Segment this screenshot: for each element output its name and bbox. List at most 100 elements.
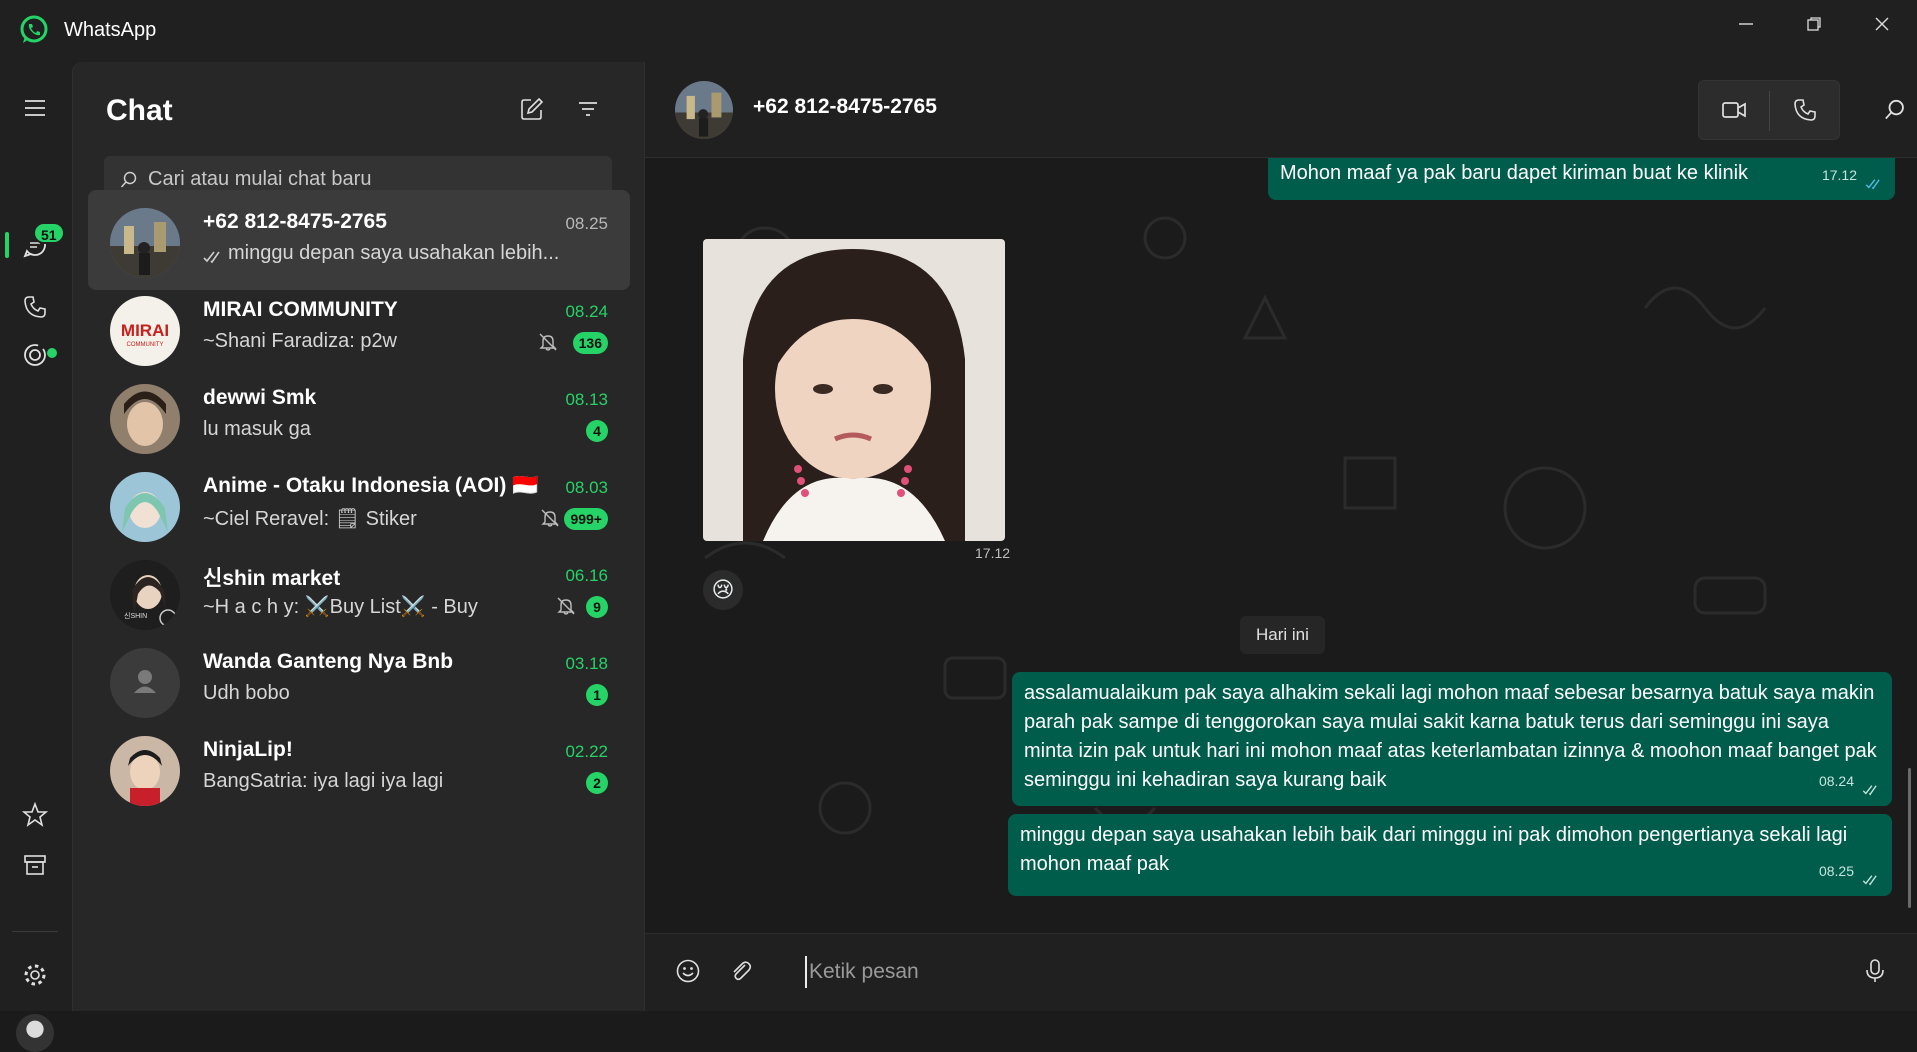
- call-button-group: [1698, 80, 1840, 140]
- chat-time: 08.13: [565, 390, 608, 409]
- search-icon: [120, 171, 137, 188]
- image-time: 17.12: [975, 545, 1011, 561]
- default-user-icon: [134, 670, 156, 693]
- active-indicator: [5, 232, 9, 258]
- unread-badge: 4: [586, 420, 608, 442]
- archived-nav-button[interactable]: [12, 842, 58, 888]
- chat-list-item[interactable]: NinjaLip! 02.22 BangSatria: iya lagi iya…: [88, 718, 630, 818]
- avatar: [110, 648, 180, 718]
- settings-nav-button[interactable]: [12, 952, 58, 998]
- profile-avatar[interactable]: [16, 1014, 54, 1052]
- avatar: [110, 736, 180, 806]
- contact-avatar[interactable]: [675, 81, 733, 139]
- close-icon: [1875, 17, 1889, 31]
- unread-badge: 2: [586, 772, 608, 794]
- chat-time: 08.03: [565, 478, 608, 497]
- avatar: [110, 472, 180, 542]
- muted-bell-icon: [539, 333, 557, 351]
- chat-preview: ~Shani Faradiza: p2w: [203, 330, 398, 352]
- chat-preview: lu masuk ga: [203, 418, 311, 440]
- star-icon: [22, 802, 48, 827]
- restore-icon: [1807, 17, 1821, 31]
- message-text: Mohon maaf ya pak baru dapet kiriman bua…: [1280, 162, 1749, 184]
- chat-name: dewwi Smk: [203, 386, 317, 409]
- filter-icon: [579, 102, 597, 116]
- chat-list-panel: Chat +62 812-8475-2765 08.25 minggu depa…: [72, 62, 645, 1011]
- chat-list-item[interactable]: MIRAI COMMUNITY MIRAI COMMUNITY 08.24 ~Sh…: [88, 278, 630, 378]
- avatar: [110, 384, 180, 454]
- svg-text:COMMUNITY: COMMUNITY: [127, 342, 164, 348]
- search-icon: [1885, 99, 1904, 120]
- chat-name: NinjaLip!: [203, 738, 293, 761]
- microphone-icon: [1866, 959, 1884, 982]
- unread-badge: 136: [572, 332, 608, 354]
- unread-chats-badge: 51: [33, 222, 65, 244]
- message-area: Mohon maaf ya pak baru dapet kiriman bua…: [645, 158, 1917, 933]
- chat-time: 08.25: [565, 214, 608, 233]
- chat-time: 02.22: [565, 742, 608, 761]
- new-chat-icon: [521, 97, 544, 120]
- crying-child-photo: [703, 239, 1005, 541]
- phone-icon: [24, 296, 46, 318]
- navigation-rail: 51: [0, 62, 72, 1052]
- video-call-button[interactable]: [1699, 81, 1769, 139]
- chat-time: 08.24: [565, 302, 608, 321]
- outgoing-message[interactable]: assalamualaikum pak saya alhakim sekali …: [1012, 672, 1892, 806]
- starred-nav-button[interactable]: [12, 792, 58, 838]
- search-in-chat-button[interactable]: [1860, 81, 1917, 139]
- outgoing-message[interactable]: minggu depan saya usahakan lebih baik da…: [1008, 814, 1892, 896]
- rail-divider: [12, 931, 58, 932]
- archive-icon: [24, 855, 46, 875]
- svg-text:신SHIN: 신SHIN: [124, 611, 147, 620]
- chat-time: 03.18: [565, 654, 608, 673]
- muted-bell-icon: [541, 509, 559, 527]
- chat-time: 06.16: [565, 566, 608, 585]
- menu-button[interactable]: [12, 85, 58, 131]
- avatar: 신SHIN: [110, 560, 180, 630]
- outgoing-message[interactable]: Mohon maaf ya pak baru dapet kiriman bua…: [1268, 158, 1895, 200]
- conversation-pane: +62 812-8475-2765 Mohon maaf ya pak baru…: [645, 62, 1917, 1011]
- voice-call-button[interactable]: [1770, 81, 1840, 139]
- unread-badge: 9: [586, 596, 608, 618]
- chat-list-item[interactable]: Wanda Ganteng Nya Bnb 03.18 Udh bobo 1: [88, 630, 630, 730]
- emoji-button[interactable]: [665, 948, 711, 994]
- contact-title[interactable]: +62 812-8475-2765: [753, 95, 937, 119]
- chat-list-item[interactable]: Anime - Otaku Indonesia (AOI) 🇮🇩 08.03 ~…: [88, 454, 630, 554]
- scrollbar-thumb[interactable]: [1908, 768, 1911, 908]
- message-input[interactable]: [805, 956, 1805, 988]
- chat-list-item[interactable]: 신SHIN 신shin market 06.16 ~H a c h y: ⚔️B…: [88, 542, 630, 642]
- restore-button[interactable]: [1780, 0, 1848, 48]
- video-camera-icon: [1722, 102, 1746, 118]
- chat-name: 신shin market: [203, 567, 341, 590]
- conversation-header: +62 812-8475-2765: [645, 62, 1917, 158]
- title-bar: WhatsApp: [0, 0, 1917, 62]
- message-time: 08.24: [1818, 773, 1854, 789]
- new-chat-button[interactable]: [509, 86, 555, 132]
- message-time: 17.12: [1821, 167, 1857, 183]
- chat-list-item[interactable]: dewwi Smk 08.13 lu masuk ga 4: [88, 366, 630, 466]
- filter-button[interactable]: [565, 86, 611, 132]
- phone-icon: [1794, 99, 1816, 121]
- double-check-icon: [1862, 785, 1877, 796]
- message-text: minggu depan saya usahakan lebih baik da…: [1020, 824, 1848, 875]
- chat-list-item[interactable]: +62 812-8475-2765 08.25 minggu depan say…: [88, 190, 630, 290]
- voice-message-button[interactable]: [1852, 948, 1898, 994]
- app-title: WhatsApp: [64, 19, 157, 41]
- image-message[interactable]: [703, 239, 1005, 541]
- minimize-button[interactable]: [1712, 0, 1780, 48]
- message-text: assalamualaikum pak saya alhakim sekali …: [1024, 682, 1877, 791]
- attach-button[interactable]: [718, 948, 764, 994]
- calls-nav-button[interactable]: [12, 284, 58, 330]
- double-check-icon: [1862, 875, 1877, 886]
- status-icon: [24, 344, 46, 366]
- double-check-icon: [1865, 179, 1880, 190]
- chat-preview: minggu depan saya usahakan lebih...: [228, 242, 560, 264]
- close-button[interactable]: [1848, 0, 1916, 48]
- unread-badge: 1: [586, 684, 608, 706]
- chat-name: +62 812-8475-2765: [203, 210, 387, 233]
- gear-icon: [24, 964, 46, 986]
- message-reaction[interactable]: 😢: [703, 570, 743, 610]
- minimize-icon: [1739, 23, 1753, 25]
- emoji-icon: [676, 959, 700, 983]
- unread-badge: 999+: [564, 508, 608, 530]
